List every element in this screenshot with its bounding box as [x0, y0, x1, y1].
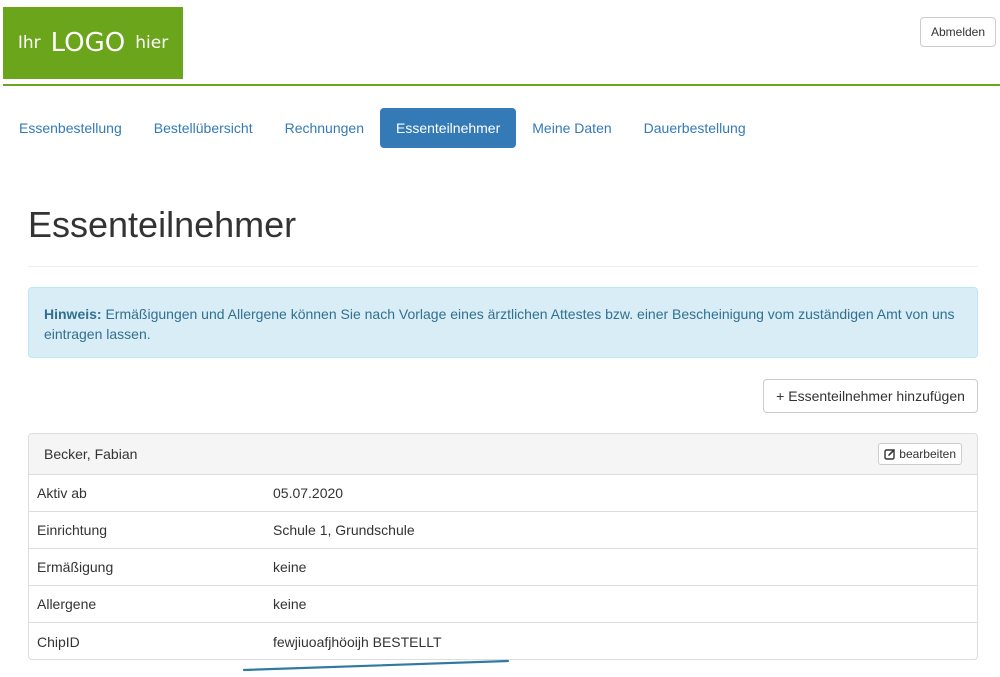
logo-main: LOGO — [50, 28, 126, 58]
row-value: 05.07.2020 — [273, 485, 344, 501]
logo: Ihr LOGO hier — [3, 7, 183, 79]
plus-icon: + — [776, 388, 785, 404]
row-value: keine — [273, 596, 307, 612]
row-label: Einrichtung — [37, 522, 108, 538]
title-divider — [28, 266, 978, 267]
logout-button[interactable]: Abmelden — [920, 17, 996, 47]
page-title: Essenteilnehmer — [28, 204, 297, 245]
nav-item-dauerbestellung[interactable]: Dauerbestellung — [628, 108, 762, 148]
header-divider — [3, 84, 1000, 86]
table-row: Einrichtung Schule 1, Grundschule — [29, 512, 977, 549]
nav-item-rechnungen[interactable]: Rechnungen — [269, 108, 380, 148]
row-value: Schule 1, Grundschule — [273, 522, 415, 538]
edit-button[interactable]: bearbeiten — [878, 443, 962, 465]
info-alert: Hinweis: Ermäßigungen und Allergene könn… — [28, 287, 978, 358]
edit-icon — [884, 448, 896, 460]
row-label: ChipID — [37, 633, 80, 650]
row-value: keine — [273, 559, 307, 575]
table-row: Allergene keine — [29, 586, 977, 623]
logo-suffix: hier — [135, 33, 169, 53]
table-row: Aktiv ab 05.07.2020 — [29, 475, 977, 512]
participant-name: Becker, Fabian — [44, 446, 138, 462]
participant-heading: Becker, Fabian bearbeiten — [29, 434, 977, 475]
main-nav: Essenbestellung Bestellübersicht Rechnun… — [3, 108, 762, 148]
add-participant-label: Essenteilnehmer hinzufügen — [788, 388, 965, 404]
nav-item-essenteilnehmer[interactable]: Essenteilnehmer — [379, 108, 517, 148]
alert-text: Ermäßigungen und Allergene können Sie na… — [44, 306, 955, 342]
edit-label: bearbeiten — [899, 447, 956, 461]
table-row: Ermäßigung keine — [29, 549, 977, 586]
participant-panel: Becker, Fabian bearbeiten Aktiv ab 05.07… — [28, 433, 978, 660]
row-label: Ermäßigung — [37, 559, 114, 575]
logo-prefix: Ihr — [17, 33, 41, 53]
alert-strong: Hinweis: — [44, 306, 102, 322]
nav-item-meine-daten[interactable]: Meine Daten — [516, 108, 627, 148]
nav-item-bestelluebersicht[interactable]: Bestellübersicht — [138, 108, 269, 148]
nav-item-essenbestellung[interactable]: Essenbestellung — [3, 108, 138, 148]
row-label: Aktiv ab — [37, 485, 87, 501]
row-label: Allergene — [37, 596, 97, 612]
annotation-stroke — [242, 659, 510, 672]
row-value: fewjiuoafjhöoijh BESTELLT — [273, 633, 442, 650]
add-participant-button[interactable]: + Essenteilnehmer hinzufügen — [763, 379, 978, 413]
